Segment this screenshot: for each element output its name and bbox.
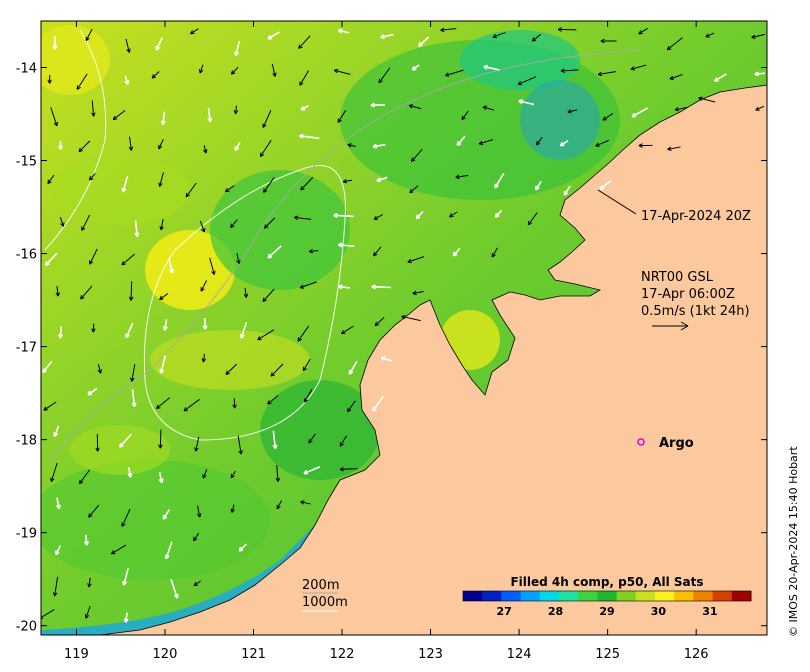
current-time-label: 17-Apr 06:00Z — [641, 287, 735, 302]
x-tick-label: 120 — [153, 647, 178, 662]
plot-area — [41, 21, 767, 635]
argo-label: Argo — [659, 436, 694, 451]
x-tick-label: 122 — [330, 647, 355, 662]
contour-200-label: 200m — [302, 578, 339, 593]
colorbar-swatch — [731, 591, 752, 601]
y-tick-label: -16 — [16, 248, 37, 263]
x-tick-label: 123 — [418, 647, 443, 662]
y-tick-label: -17 — [16, 341, 37, 356]
y-tick-label: -14 — [16, 62, 37, 77]
colorbar-tick-label: 28 — [548, 605, 563, 618]
sst-map: 119 120 121 122 123 124 125 126 -14 -15 -16 -17 -18… — [16, 20, 800, 662]
current-vector — [130, 281, 133, 301]
colorbar-swatch — [539, 591, 560, 601]
current-source-label: NRT00 GSL — [641, 270, 714, 285]
credit-text: © IMOS 20-Apr-2024 15:40 Hobart — [787, 446, 800, 637]
colorbar-tick-label: 27 — [496, 605, 511, 618]
pass-time-label: 17-Apr-2024 20Z — [641, 209, 751, 224]
x-tick-label: 126 — [684, 647, 709, 662]
colorbar-swatch — [712, 591, 733, 601]
colorbar-swatch — [501, 591, 522, 601]
colorbar-swatch — [520, 591, 541, 601]
colorbar-swatch — [655, 591, 675, 601]
y-tick-label: -19 — [16, 527, 37, 542]
current-scale-label: 0.5m/s (1kt 24h) — [641, 304, 750, 319]
colorbar-swatch — [463, 591, 483, 601]
x-tick-label: 124 — [507, 647, 532, 662]
colorbar-swatch — [482, 591, 502, 601]
current-vector — [371, 285, 391, 289]
colorbar-swatch — [616, 591, 637, 601]
colorbar-swatch — [578, 591, 598, 601]
y-tick-label: -20 — [16, 620, 37, 635]
y-tick-label: -15 — [16, 155, 37, 170]
colorbar-title: Filled 4h comp, p50, All Sats — [510, 575, 703, 589]
colorbar-swatch — [559, 591, 579, 601]
colorbar-swatch — [635, 591, 656, 601]
x-tick-label: 119 — [64, 647, 89, 662]
colorbar-tick-label: 29 — [599, 605, 614, 618]
colorbar-swatch — [674, 591, 694, 601]
x-tick-label: 125 — [595, 647, 620, 662]
colorbar — [462, 590, 752, 602]
colorbar-tick-label: 30 — [651, 605, 667, 618]
contour-1000-label: 1000m — [302, 595, 348, 610]
current-vector — [159, 429, 162, 449]
x-tick-label: 121 — [241, 647, 266, 662]
colorbar-swatch — [693, 591, 714, 601]
colorbar-swatch — [597, 591, 618, 601]
y-tick-label: -18 — [16, 434, 37, 449]
colorbar-tick-label: 31 — [702, 605, 717, 618]
